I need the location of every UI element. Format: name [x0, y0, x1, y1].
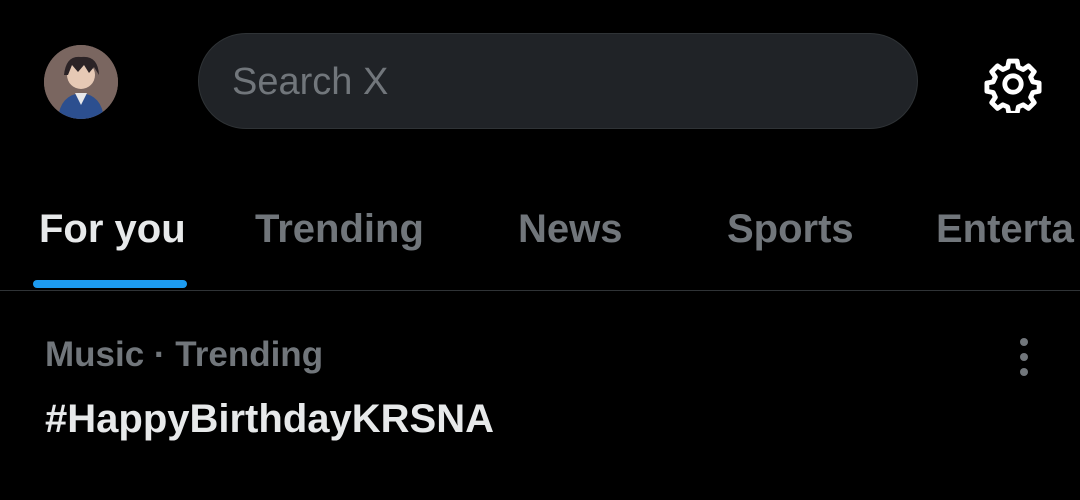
- avatar-image: [44, 45, 118, 119]
- trend-context: Music · Trending: [45, 335, 324, 374]
- tab-sports[interactable]: Sports: [727, 170, 854, 290]
- explore-tabs: For you Trending News Sports Enterta: [0, 170, 1080, 290]
- tab-trending[interactable]: Trending: [255, 170, 424, 290]
- gear-icon[interactable]: [984, 55, 1042, 116]
- tab-entertainment[interactable]: Enterta: [936, 170, 1074, 290]
- trend-title: #HappyBirthdayKRSNA: [45, 397, 494, 441]
- active-tab-indicator: [33, 280, 187, 288]
- profile-avatar[interactable]: [44, 45, 118, 119]
- top-bar: Search X: [0, 0, 1080, 170]
- search-placeholder: Search X: [232, 61, 389, 103]
- vertical-ellipsis-icon[interactable]: [1004, 335, 1044, 379]
- search-bar[interactable]: Search X: [198, 33, 918, 129]
- tab-news[interactable]: News: [518, 170, 623, 290]
- tab-for-you[interactable]: For you: [39, 170, 186, 290]
- trend-item[interactable]: Music · Trending #HappyBirthdayKRSNA: [0, 291, 1080, 500]
